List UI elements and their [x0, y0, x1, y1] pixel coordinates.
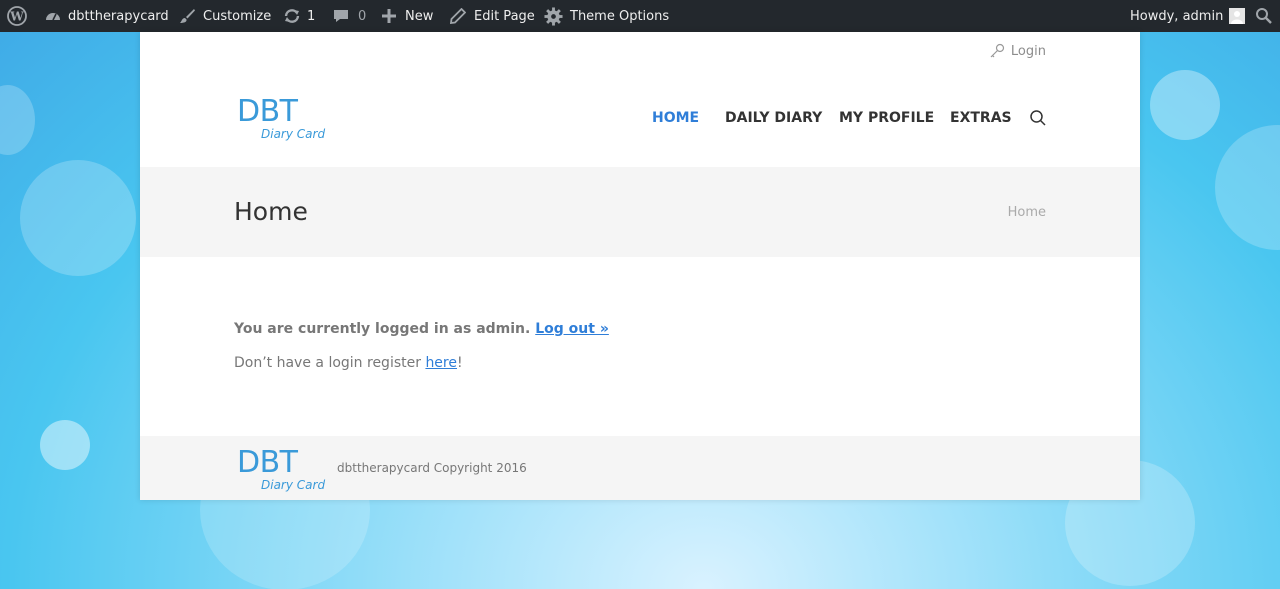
search-icon — [1255, 7, 1273, 25]
footer-logo-main-text: DBT — [237, 445, 298, 480]
register-link[interactable]: here — [425, 355, 457, 371]
bokeh-circle — [20, 160, 136, 276]
theme-options-link[interactable]: Theme Options — [544, 0, 669, 32]
header-search-button[interactable] — [1029, 109, 1049, 129]
updates-icon — [283, 7, 301, 25]
account-menu[interactable]: Howdy, admin — [1130, 0, 1246, 32]
updates-count: 1 — [307, 8, 316, 24]
bokeh-circle — [1150, 70, 1220, 140]
register-message: Don’t have a login register here! — [234, 355, 463, 371]
svg-text:W: W — [9, 10, 24, 24]
bokeh-circle — [1215, 125, 1280, 250]
comment-icon — [332, 7, 350, 25]
admin-search[interactable] — [1255, 0, 1273, 32]
wordpress-menu[interactable]: W — [7, 0, 27, 32]
logo-main-text: DBT — [237, 94, 298, 129]
updates-link[interactable]: 1 — [283, 0, 315, 32]
logo-sub-text: Diary Card — [261, 127, 326, 141]
nav-extras[interactable]: EXTRAS — [950, 110, 1012, 126]
logged-in-message: You are currently logged in as admin. Lo… — [234, 321, 609, 337]
page-title: Home — [234, 197, 308, 226]
footer-logo-sub-text: Diary Card — [261, 478, 326, 492]
gear-icon — [544, 6, 563, 26]
admin-bar: W dbttherapycard Customize 1 0 New Edit … — [0, 0, 1280, 32]
plus-icon — [382, 9, 396, 23]
bokeh-circle — [0, 85, 35, 155]
new-content-link[interactable]: New — [382, 0, 433, 32]
comments-link[interactable]: 0 — [332, 0, 366, 32]
avatar — [1229, 8, 1246, 24]
wordpress-icon: W — [7, 6, 27, 26]
site-name-link[interactable]: dbttherapycard — [44, 0, 169, 32]
top-login-link[interactable]: Login — [989, 43, 1046, 59]
nav-daily-diary[interactable]: DAILY DIARY — [725, 110, 822, 126]
customize-label: Customize — [203, 8, 272, 24]
key-icon — [989, 43, 1005, 59]
page-container: Login DBT Diary Card HOME DAILY DIARY MY… — [140, 32, 1140, 500]
bokeh-circle — [40, 420, 90, 470]
new-label: New — [405, 8, 434, 24]
edit-page-link[interactable]: Edit Page — [450, 0, 535, 32]
nav-home[interactable]: HOME — [652, 110, 699, 126]
site-name: dbttherapycard — [68, 8, 169, 24]
copyright-text: dbttherapycard Copyright 2016 — [337, 461, 527, 475]
logged-in-text: You are currently logged in as admin. — [234, 321, 531, 337]
comments-count: 0 — [358, 8, 367, 24]
search-icon — [1029, 110, 1047, 131]
footer: DBT Diary Card dbttherapycard Copyright … — [140, 436, 1140, 500]
site-logo[interactable]: DBT Diary Card — [237, 94, 337, 142]
pencil-icon — [450, 8, 466, 24]
brush-icon — [179, 7, 197, 25]
page-title-bar: Home Home — [140, 167, 1140, 257]
customize-link[interactable]: Customize — [179, 0, 271, 32]
nav-my-profile[interactable]: MY PROFILE — [839, 110, 934, 126]
breadcrumb[interactable]: Home — [1008, 205, 1046, 220]
dashboard-icon — [44, 7, 62, 25]
login-label: Login — [1010, 43, 1046, 59]
theme-options-label: Theme Options — [570, 8, 670, 24]
footer-logo[interactable]: DBT Diary Card — [237, 445, 337, 493]
howdy-label: Howdy, admin — [1130, 8, 1224, 24]
register-prefix: Don’t have a login register — [234, 355, 426, 371]
logout-link[interactable]: Log out » — [535, 321, 609, 337]
edit-page-label: Edit Page — [474, 8, 535, 24]
register-suffix: ! — [457, 355, 463, 371]
